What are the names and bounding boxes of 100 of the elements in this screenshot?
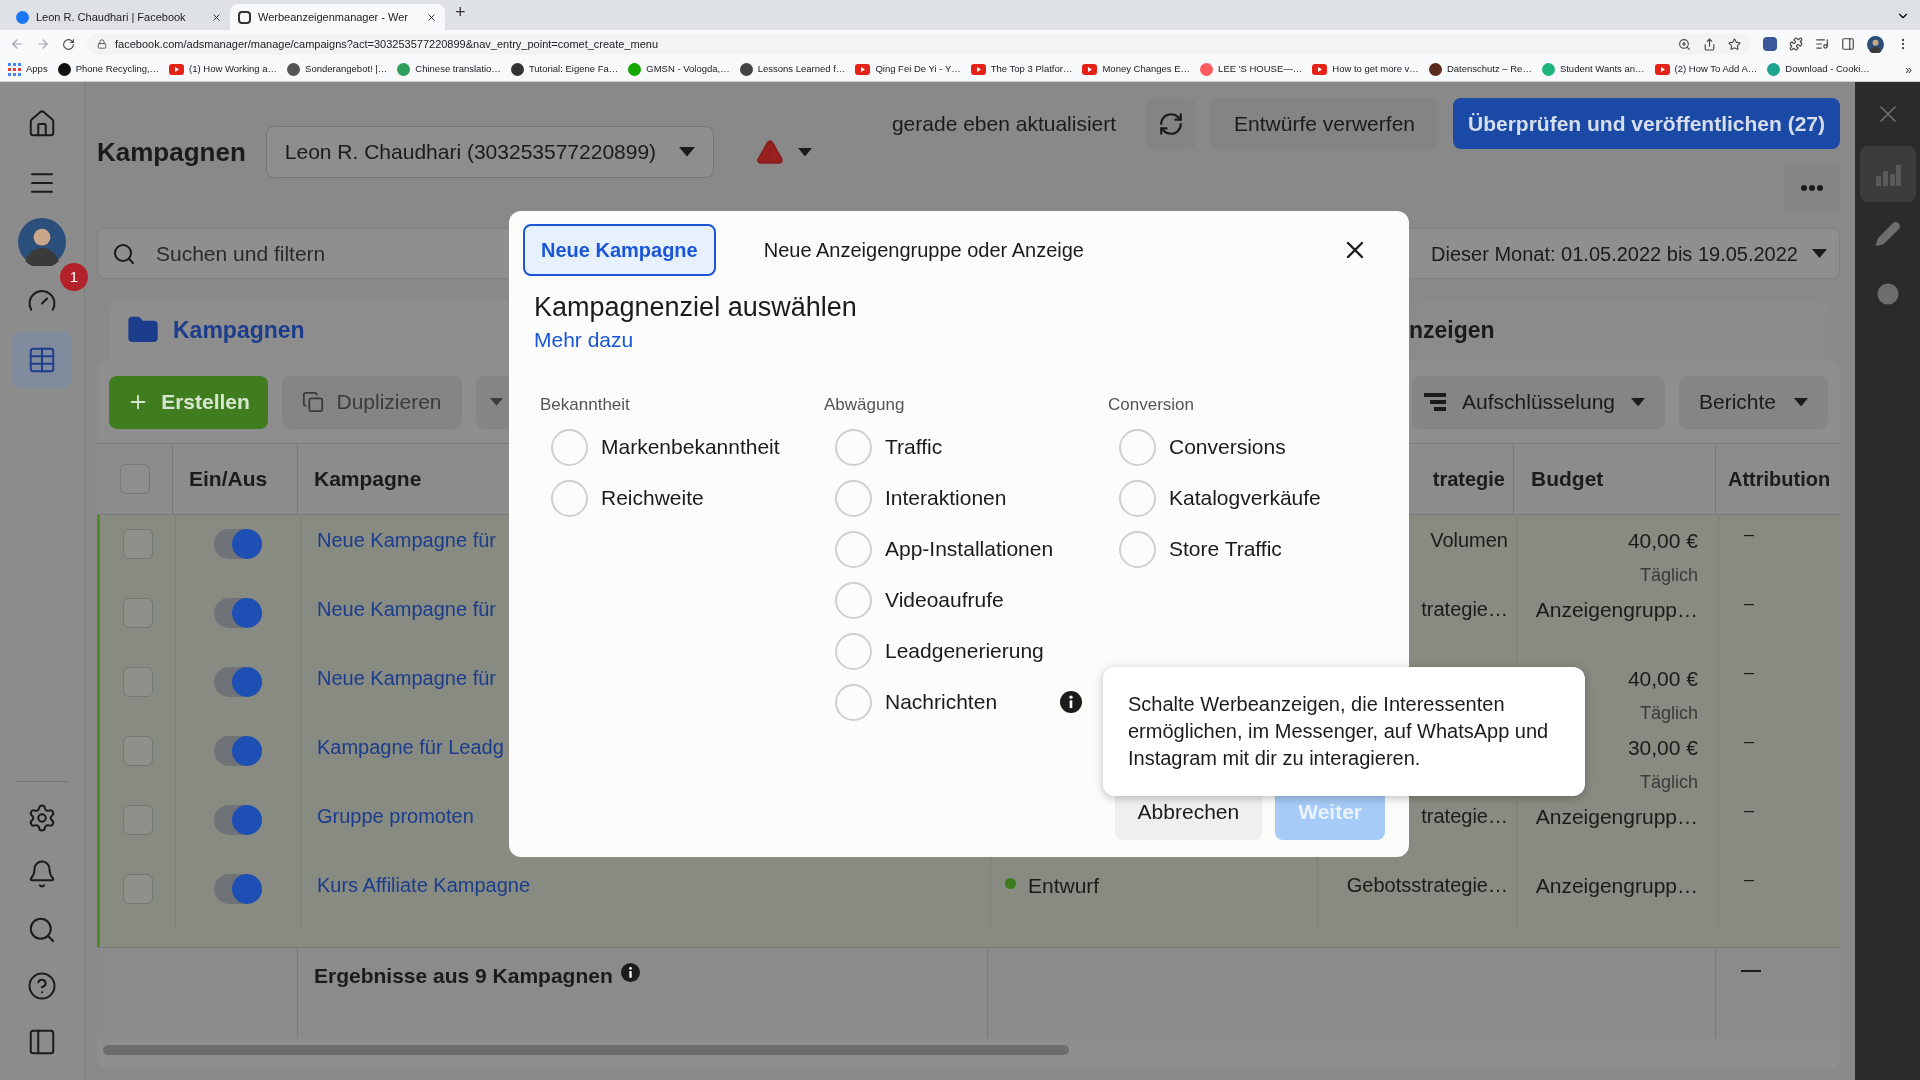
media-icon[interactable] (1815, 37, 1829, 51)
address-bar[interactable]: facebook.com/adsmanager/manage/campaigns?act=303253577220899&nav_entry_point=comet_create_menu (87, 33, 1751, 55)
radio-button[interactable] (835, 530, 872, 568)
home-icon[interactable] (27, 109, 57, 139)
radio-button[interactable] (1119, 530, 1156, 568)
row-checkbox[interactable] (122, 736, 153, 766)
objective-option[interactable]: Store Traffic (1169, 533, 1282, 565)
dialog-tab[interactable]: Neue Kampagne (523, 224, 716, 276)
account-dropdown[interactable]: Leon R. Chaudhari (303253577220899) (265, 126, 714, 178)
toggle-switch[interactable] (214, 667, 262, 697)
scrollbar-thumb[interactable] (103, 1045, 1069, 1055)
breakdown-button[interactable]: Aufschlüsselung (1412, 375, 1665, 429)
rail-button[interactable] (1859, 146, 1916, 202)
radio-button[interactable] (551, 479, 588, 517)
bell-icon[interactable] (27, 859, 57, 889)
panel-icon[interactable] (27, 1027, 57, 1057)
star-icon[interactable] (1728, 37, 1741, 51)
bookmark[interactable]: GMSN - Vologda,… (628, 62, 730, 77)
bookmark[interactable]: Student Wants an… (1541, 62, 1645, 77)
attribution-cell: – (1744, 731, 1754, 751)
browser-tab[interactable]: Leon R. Chaudhari | Facebook (8, 4, 230, 30)
sidebar-item[interactable] (12, 332, 72, 388)
date-range-picker[interactable]: Dieser Monat: 01.05.2022 bis 19.05.2022 (1431, 238, 1827, 269)
bookmark[interactable]: Qing Fei De Yi - Y… (855, 62, 961, 77)
close-icon[interactable] (426, 11, 437, 23)
toggle-switch[interactable] (214, 598, 262, 628)
bookmark[interactable]: (2) How To Add A… (1654, 62, 1758, 77)
radio-button[interactable] (835, 428, 872, 466)
toggle-switch[interactable] (214, 736, 262, 766)
bookmark[interactable]: Money Changes E… (1082, 62, 1191, 77)
objective-option[interactable]: Markenbekanntheit (601, 431, 780, 463)
learn-more-link[interactable]: Mehr dazu (534, 324, 634, 356)
objective-option[interactable]: Nachrichten (885, 686, 998, 718)
radio-button[interactable] (1119, 479, 1156, 517)
objective-option[interactable]: Reichweite (601, 482, 704, 514)
column-header[interactable]: trategie (1432, 464, 1505, 494)
reload-icon[interactable] (62, 37, 75, 51)
forward-icon[interactable] (36, 37, 50, 51)
objective-option[interactable]: Leadgenerierung (885, 635, 1044, 667)
column-header[interactable]: Ein/Aus (189, 463, 268, 495)
column-header[interactable]: Kampagne (314, 463, 422, 495)
bookmark[interactable]: Datenschutz – Re… (1428, 62, 1532, 77)
bookmark[interactable]: Sonderangebot! |… (287, 62, 388, 77)
more-bookmarks-button[interactable]: » (1905, 60, 1912, 79)
bookmark[interactable]: LEE 'S HOUSE—… (1200, 62, 1303, 77)
row-checkbox[interactable] (122, 805, 153, 835)
radio-button[interactable] (1119, 428, 1156, 466)
bookmark[interactable]: The Top 3 Platfor… (970, 62, 1073, 77)
discard-drafts-button[interactable]: Entwürfe verwerfen (1210, 98, 1439, 149)
bookmark[interactable]: Phone Recycling,… (57, 62, 160, 77)
bookmark[interactable]: Chinese translatio… (397, 62, 501, 77)
settings-icon[interactable] (27, 803, 57, 833)
reports-button[interactable]: Berichte (1679, 375, 1828, 429)
row-checkbox[interactable] (122, 667, 153, 697)
column-header[interactable]: Budget (1531, 463, 1604, 495)
bookmark[interactable]: Tutorial: Eigene Fa… (510, 62, 619, 77)
browser-tab[interactable]: Werbeanzeigenmanager - Wer (230, 4, 445, 30)
bookmark[interactable]: (1) How Working a… (169, 62, 278, 77)
objective-option[interactable]: Katalogverkäufe (1169, 482, 1321, 514)
new-tab-button[interactable]: + (455, 0, 466, 26)
toggle-switch[interactable] (214, 874, 262, 904)
bookmark[interactable]: Apps (8, 62, 48, 77)
avatar-icon[interactable] (1867, 35, 1884, 53)
bar-chart-icon[interactable] (1874, 162, 1901, 186)
objective-option[interactable]: Conversions (1169, 431, 1286, 463)
radio-button[interactable] (551, 428, 588, 466)
close-icon[interactable] (211, 11, 222, 23)
search-icon[interactable] (27, 915, 57, 945)
objective-option[interactable]: Interaktionen (885, 482, 1007, 514)
back-icon[interactable] (10, 37, 24, 51)
row-checkbox[interactable] (122, 529, 153, 559)
radio-button[interactable] (835, 632, 872, 670)
publish-button[interactable]: Überprüfen und veröffentlichen (27) (1453, 98, 1840, 149)
column-header[interactable]: Attribution (1728, 464, 1831, 494)
caret-icon (1631, 397, 1645, 407)
radio-button[interactable] (835, 479, 872, 517)
pencil-icon[interactable] (1874, 221, 1901, 247)
bookmark[interactable]: Lessons Learned f… (739, 62, 846, 77)
zoom-icon[interactable] (1678, 37, 1691, 51)
sidebar-icon[interactable] (1841, 37, 1855, 51)
table-icon[interactable] (27, 345, 57, 375)
toggle-switch[interactable] (214, 805, 262, 835)
toggle-switch[interactable] (214, 529, 262, 559)
objective-option[interactable]: App-Installationen (885, 533, 1054, 565)
help-icon[interactable] (27, 971, 57, 1001)
refresh-button[interactable] (1146, 98, 1197, 149)
bookmark[interactable]: How to get more v… (1312, 62, 1419, 77)
puzzle-icon[interactable] (1789, 37, 1803, 51)
share-icon[interactable] (1703, 37, 1716, 51)
row-checkbox[interactable] (122, 874, 153, 904)
bookmark[interactable]: Download - Cooki… (1767, 62, 1870, 77)
alert-dropdown[interactable] (755, 138, 812, 166)
objective-option[interactable]: Traffic (885, 431, 943, 463)
create-button[interactable]: Erstellen (109, 375, 268, 429)
radio-button[interactable] (835, 581, 872, 619)
objective-option[interactable]: Videoaufrufe (885, 584, 1004, 616)
radio-button[interactable] (835, 683, 872, 721)
avatar-icon[interactable] (18, 218, 66, 266)
more-button[interactable] (1784, 163, 1840, 213)
row-checkbox[interactable] (122, 598, 153, 628)
